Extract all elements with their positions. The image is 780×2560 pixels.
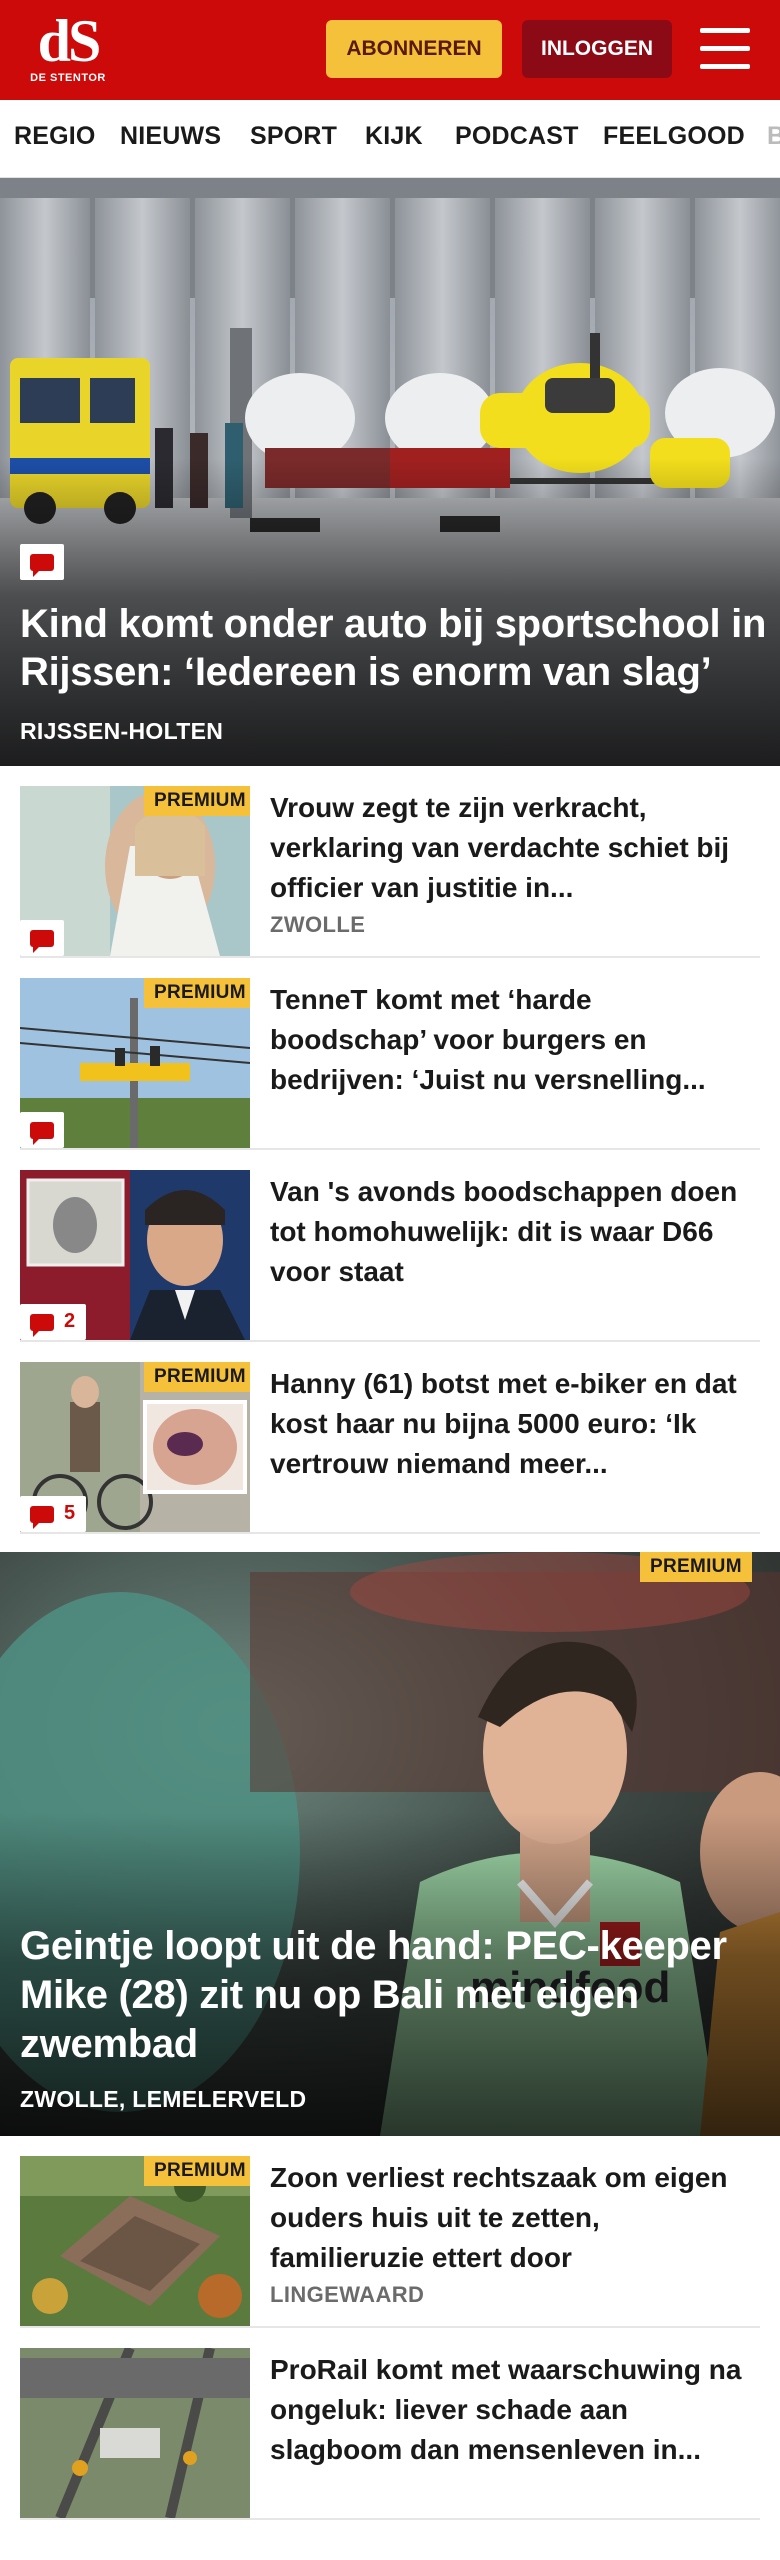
nav-item-sport[interactable]: SPORT [250,122,337,151]
hero-headline[interactable]: Kind komt onder auto bij sportschool in … [20,600,770,696]
top-bar: dS DE STENTOR ABONNEREN INLOGGEN [0,0,780,100]
nav-item-more[interactable]: B [767,122,780,151]
comment-badge [20,1112,64,1148]
comment-icon [30,930,54,953]
hamburger-menu-icon[interactable] [700,28,750,70]
list-item[interactable]: PREMIUM Vrouw zegt te zijn verkracht, ve… [20,766,760,958]
article-title[interactable]: Vrouw zegt te zijn verkracht, verklaring… [270,788,750,908]
comment-icon [30,1314,54,1337]
comment-count: 5 [64,1502,76,1524]
comment-badge: 2 [20,1304,86,1340]
article-thumbnail: 2 [20,1170,250,1340]
article-thumbnail: PREMIUM 5 [20,1362,250,1532]
hero-article[interactable]: Kind komt onder auto bij sportschool in … [0,178,780,766]
logo[interactable]: dS DE STENTOR [28,10,108,92]
feature-article[interactable]: mindfood PREMIUM Geintje loopt uit de ha… [0,1552,780,2136]
section-nav: REGIO NIEUWS SPORT KIJK PODCAST FEELGOOD… [0,100,780,178]
article-thumbnail [20,2348,250,2518]
list-item[interactable]: PREMIUM Zoon verliest rechtszaak om eige… [20,2136,760,2328]
article-thumbnail: PREMIUM [20,786,250,956]
premium-badge: PREMIUM [144,786,250,816]
list-item[interactable]: PREMIUM TenneT komt met ‘harde boodschap… [20,958,760,1150]
logo-subtitle: DE STENTOR [30,72,106,84]
list-item[interactable]: ProRail komt met waarschuwing na ongeluk… [20,2328,760,2520]
list-item[interactable]: 2 Van 's avonds boodschappen doen tot ho… [20,1150,760,1342]
logo-mark: dS [37,8,102,74]
nav-item-nieuws[interactable]: NIEUWS [120,122,221,151]
subscribe-button[interactable]: ABONNEREN [326,20,502,78]
nav-item-podcast[interactable]: PODCAST [455,122,579,151]
login-button[interactable]: INLOGGEN [522,20,672,78]
article-title[interactable]: ProRail komt met waarschuwing na ongeluk… [270,2350,750,2470]
feature-headline[interactable]: Geintje loopt uit de hand: PEC-keeper Mi… [20,1922,760,2069]
nav-item-regio[interactable]: REGIO [14,122,96,151]
comment-icon [30,1122,54,1145]
article-location: LINGEWAARD [270,2282,425,2307]
article-title[interactable]: Hanny (61) botst met e-biker en dat kost… [270,1364,750,1484]
article-thumbnail: PREMIUM [20,2156,250,2326]
hero-location: RIJSSEN-HOLTEN [20,718,224,744]
premium-badge: PREMIUM [640,1552,752,1582]
premium-badge: PREMIUM [144,2156,250,2186]
nav-item-kijk[interactable]: KIJK [365,122,423,151]
premium-badge: PREMIUM [144,1362,250,1392]
article-title[interactable]: Zoon verliest rechtszaak om eigen ouders… [270,2158,750,2278]
article-title[interactable]: Van 's avonds boodschappen doen tot homo… [270,1172,750,1292]
comment-count: 2 [64,1310,76,1332]
nav-item-feelgood[interactable]: FEELGOOD [603,122,745,151]
comment-badge [20,920,64,956]
list-item[interactable]: PREMIUM 5 Hanny (61) botst met e-biker e… [20,1342,760,1534]
comment-badge: 5 [20,1496,86,1532]
feature-location: ZWOLLE, LEMELERVELD [20,2086,307,2112]
comment-badge [20,544,64,580]
article-location: ZWOLLE [270,912,366,937]
article-title[interactable]: TenneT komt met ‘harde boodschap’ voor b… [270,980,750,1100]
comment-icon [30,1506,54,1529]
premium-badge: PREMIUM [144,978,250,1008]
article-thumbnail: PREMIUM [20,978,250,1148]
comment-icon [30,554,54,577]
